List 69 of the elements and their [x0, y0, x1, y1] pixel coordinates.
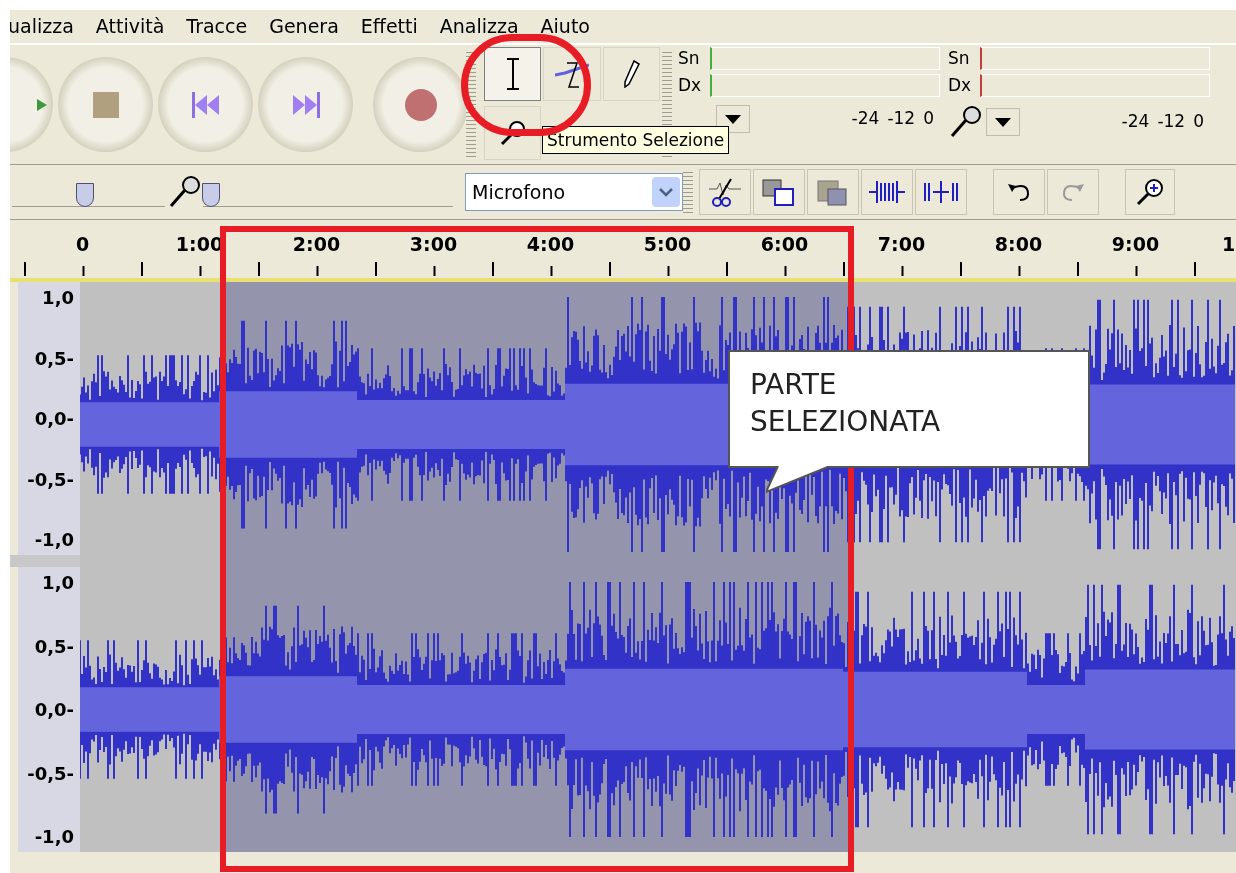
meter-scale-label: -24: [851, 107, 880, 131]
paste-button[interactable]: [807, 169, 859, 215]
magnifier-icon: [499, 119, 526, 146]
time-label: 0: [74, 232, 91, 257]
record-icon: [403, 87, 438, 122]
axis-label: -0,5-: [27, 761, 74, 786]
undo-button[interactable]: [993, 169, 1045, 215]
menu-item[interactable]: Effetti: [360, 12, 418, 41]
axis-label: -1,0: [34, 825, 74, 849]
time-label: 3:00: [408, 232, 459, 257]
time-label: 2:00: [291, 232, 342, 257]
input-source-dropdown[interactable]: Microfono: [465, 173, 683, 211]
time-label: 8:00: [993, 232, 1044, 257]
meter-scale-label: -12: [887, 107, 916, 131]
axis-label: 0,5-: [34, 634, 74, 659]
time-label: 9:00: [1110, 232, 1161, 257]
tooltip: Strumento Selezione: [542, 126, 730, 154]
menu-item[interactable]: Attività: [95, 12, 165, 41]
caret-icon: [725, 114, 741, 124]
axis-label: 1,0: [42, 571, 74, 595]
time-label: 6:00: [759, 232, 810, 257]
dropdown-button[interactable]: [986, 108, 1020, 136]
scissors-icon: [707, 177, 743, 207]
meter-scale-label: 0: [1193, 110, 1204, 134]
menu-item[interactable]: Analizza: [439, 12, 519, 41]
meter-scale-label: -12: [1157, 110, 1186, 134]
channel-label: Sn: [678, 46, 701, 70]
copy-button[interactable]: [753, 169, 805, 215]
trim-button[interactable]: [861, 169, 913, 215]
cut-button[interactable]: [699, 169, 751, 215]
axis-label: 0,0-: [34, 407, 74, 431]
axis-label: 0,0-: [34, 698, 74, 722]
silence-button[interactable]: [915, 169, 967, 215]
tool-button[interactable]: [484, 47, 542, 101]
skip-start-icon: [191, 91, 220, 118]
axis-label: -0,5-: [27, 467, 74, 492]
skip-end-icon: [291, 91, 320, 118]
menu-item[interactable]: Tracce: [186, 12, 248, 41]
time-label: 1: [1222, 232, 1236, 257]
time-label: 7:00: [876, 232, 927, 257]
chevron-down-icon: [659, 187, 673, 197]
zoom-in-button[interactable]: [1125, 169, 1175, 215]
stop-icon: [92, 91, 119, 118]
channel-label: Dx: [948, 73, 973, 97]
slider-thumb[interactable]: [201, 183, 220, 207]
meter-scale-label: 0: [923, 107, 934, 131]
menu-item[interactable]: Genera: [269, 12, 339, 41]
caret-icon: [995, 117, 1011, 127]
envelope-icon: [555, 59, 589, 89]
menu-item[interactable]: Aiuto: [540, 12, 590, 41]
menu-item[interactable]: ualizza: [10, 12, 74, 41]
toolbar-grip[interactable]: [466, 49, 476, 160]
pencil-icon: [622, 60, 641, 88]
channel-label: Dx: [678, 73, 703, 97]
axis-label: 0,5-: [34, 346, 74, 371]
text-cursor-icon: [504, 58, 521, 90]
axis-label: 1,0: [42, 286, 74, 310]
slider-thumb[interactable]: [76, 183, 95, 207]
toolbar-grip[interactable]: [683, 169, 693, 215]
axis-label: -1,0: [34, 528, 74, 552]
copy-icon: [761, 177, 797, 207]
play-icon: [37, 98, 47, 111]
redo-icon: [1060, 182, 1086, 202]
time-label: 4:00: [525, 232, 576, 257]
channel-label: Sn: [948, 46, 971, 70]
meter-scale-label: -24: [1121, 110, 1150, 134]
zoom-in-icon: [1136, 178, 1164, 206]
time-label: 5:00: [642, 232, 693, 257]
undo-icon: [1006, 182, 1032, 202]
